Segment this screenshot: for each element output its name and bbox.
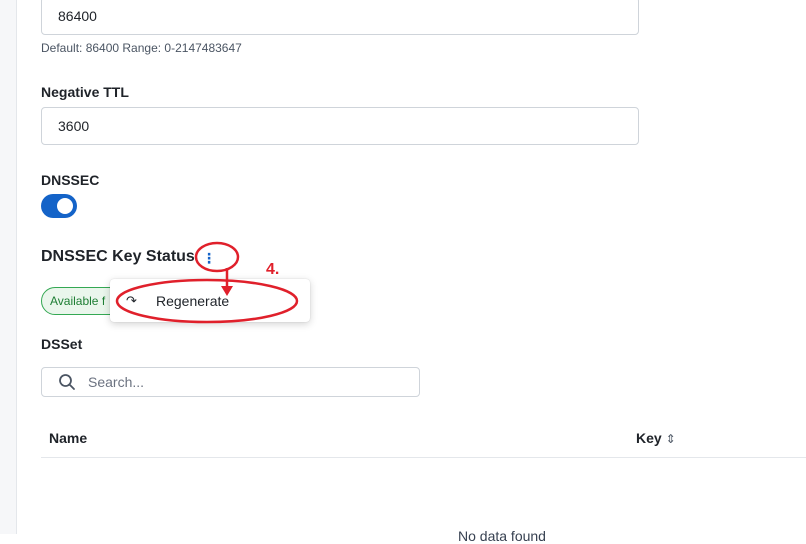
toggle-knob [57, 198, 73, 214]
dsset-search [41, 367, 420, 397]
empty-state-text: No data found [458, 528, 546, 544]
ttl-field[interactable]: 86400 [41, 0, 639, 35]
annotation-step-label: 4. [266, 261, 280, 278]
table-divider [41, 457, 806, 458]
regenerate-label: Regenerate [156, 292, 230, 309]
left-rail [0, 0, 17, 534]
key-status-title: DNSSEC Key Status [41, 248, 195, 265]
ttl-hint: Default: 86400 Range: 0-2147483647 [41, 41, 242, 55]
dnssec-label: DNSSEC [41, 172, 100, 188]
actions-menu: ↷ Regenerate [110, 279, 310, 322]
ttl-value: 86400 [58, 8, 97, 24]
negative-ttl-field[interactable]: 3600 [41, 107, 639, 145]
column-header-name[interactable]: Name [49, 430, 87, 446]
annotation-overlay [115, 241, 299, 324]
negative-ttl-label: Negative TTL [41, 84, 129, 100]
kebab-menu-icon[interactable]: ⋮ [200, 249, 218, 267]
column-header-key[interactable]: Key ⇕ [636, 430, 676, 446]
dnssec-toggle[interactable] [41, 194, 77, 218]
column-header-key-label: Key [636, 430, 662, 446]
redo-icon: ↷ [126, 292, 137, 308]
regenerate-menu-item[interactable]: ↷ Regenerate [110, 279, 310, 322]
search-input[interactable] [86, 373, 390, 391]
sort-icon[interactable]: ⇕ [666, 432, 676, 446]
dsset-label: DSSet [41, 336, 83, 352]
negative-ttl-value: 3600 [58, 118, 90, 134]
search-icon [59, 374, 75, 390]
